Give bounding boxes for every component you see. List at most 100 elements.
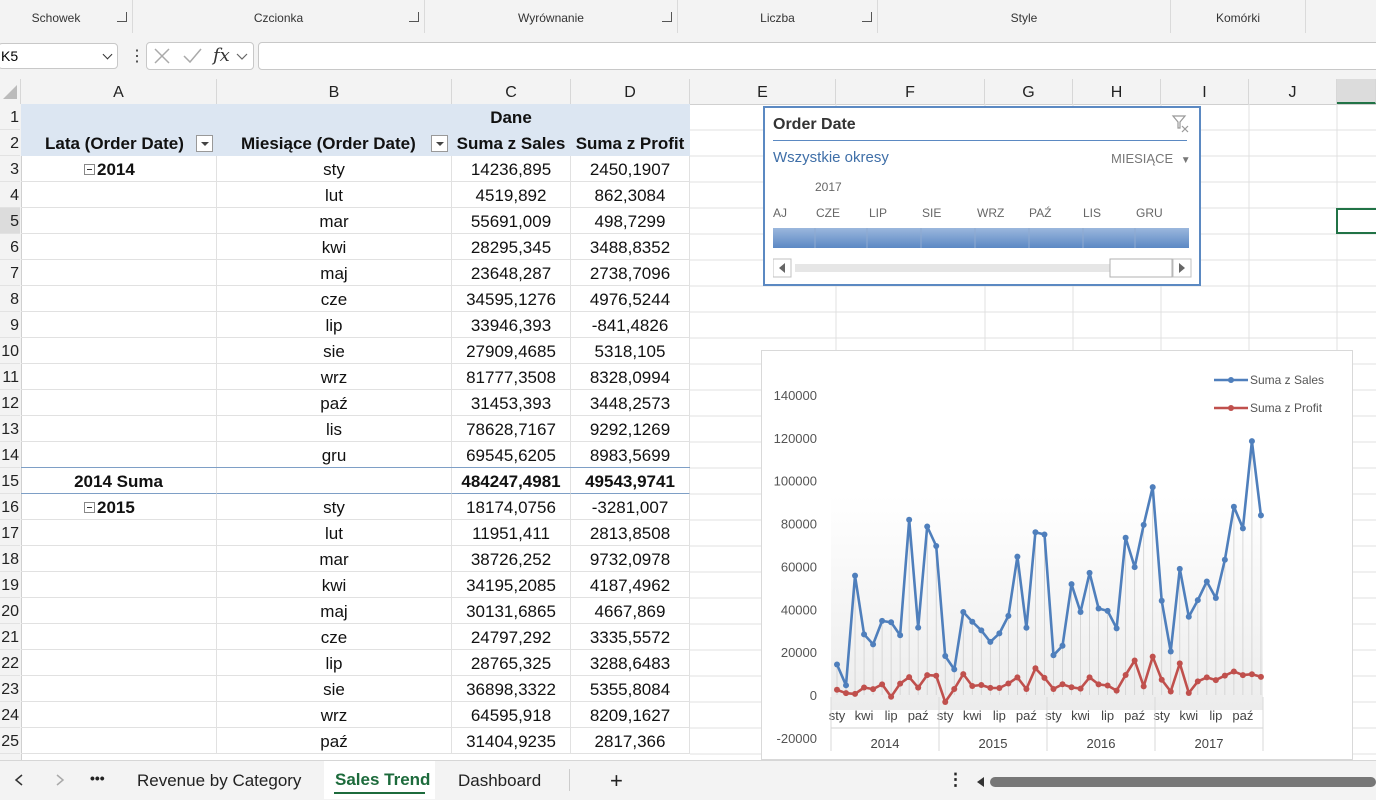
pivot-month-cell[interactable]: paź [217, 390, 452, 416]
dialog-launcher-icon[interactable] [117, 12, 127, 22]
pivot-profit-cell[interactable]: 2813,8508 [571, 520, 690, 546]
row-header[interactable]: 2 [0, 130, 20, 156]
pivot-profit-cell[interactable]: 9292,1269 [571, 416, 690, 442]
pivot-row-field-months[interactable]: Miesiące (Order Date) [217, 130, 452, 156]
pivot-month-cell[interactable]: kwi [217, 234, 452, 260]
pivot-sales-cell[interactable]: 4519,892 [452, 182, 571, 208]
column-header-e[interactable]: E [690, 79, 836, 104]
timeline-slicer[interactable]: Order Date Wszystkie okresy MIESIĄCE ▼ 2… [763, 106, 1201, 286]
row-header[interactable]: 23 [0, 676, 20, 702]
add-sheet-button[interactable]: + [610, 768, 623, 794]
pivot-sales-cell[interactable]: 31453,393 [452, 390, 571, 416]
row-header[interactable]: 19 [0, 572, 20, 598]
row-header[interactable]: 18 [0, 546, 20, 572]
name-box[interactable]: K5 [0, 43, 118, 69]
pivot-month-cell[interactable]: mar [217, 546, 452, 572]
pivot-profit-cell[interactable]: -841,4826 [571, 312, 690, 338]
pivot-month-cell[interactable]: lut [217, 520, 452, 546]
dialog-launcher-icon[interactable] [409, 12, 419, 22]
pivot-profit-cell[interactable]: 3288,6483 [571, 650, 690, 676]
row-header[interactable]: 4 [0, 182, 20, 208]
pivot-profit-cell[interactable]: 9732,0978 [571, 546, 690, 572]
pivot-sales-cell[interactable]: 28295,345 [452, 234, 571, 260]
more-options-icon[interactable]: ⋮ [947, 770, 964, 790]
pivot-profit-cell[interactable]: 8983,5699 [571, 442, 690, 468]
pivot-sales-cell[interactable]: 33946,393 [452, 312, 571, 338]
column-header-f[interactable]: F [836, 79, 985, 104]
row-header[interactable]: 11 [0, 364, 20, 390]
pivot-sales-cell[interactable]: 69545,6205 [452, 442, 571, 468]
pivot-month-cell[interactable]: lis [217, 416, 452, 442]
pivot-sales-cell[interactable]: 11951,411 [452, 520, 571, 546]
pivot-month-cell[interactable]: lip [217, 650, 452, 676]
sheet-tab-sales-trend[interactable]: Sales Trend [324, 761, 435, 799]
pivot-month-cell[interactable]: wrz [217, 702, 452, 728]
row-header[interactable]: 16 [0, 494, 20, 520]
collapse-icon[interactable] [84, 164, 95, 175]
row-header[interactable]: 3 [0, 156, 20, 182]
column-header-a[interactable]: A [21, 79, 217, 104]
pivot-profit-cell[interactable]: 8328,0994 [571, 364, 690, 390]
pivot-sales-cell[interactable]: 31404,9235 [452, 728, 571, 754]
pivot-sales-cell[interactable]: 30131,6865 [452, 598, 571, 624]
row-header[interactable]: 20 [0, 598, 20, 624]
row-header[interactable]: 8 [0, 286, 20, 312]
timeline-level-dropdown[interactable]: MIESIĄCE ▼ [1111, 151, 1191, 166]
pivot-sales-cell[interactable]: 64595,918 [452, 702, 571, 728]
pivot-month-cell[interactable]: sty [217, 494, 452, 520]
clear-filter-icon[interactable] [1171, 114, 1191, 134]
select-all-corner[interactable] [0, 79, 21, 104]
insert-function-icon[interactable]: fx [213, 45, 230, 66]
pivot-month-cell[interactable]: maj [217, 260, 452, 286]
more-sheets-button[interactable]: ••• [90, 770, 105, 786]
column-header-g[interactable]: G [985, 79, 1073, 104]
column-header-h[interactable]: H [1073, 79, 1161, 104]
collapse-icon[interactable] [84, 502, 95, 513]
pivot-profit-cell[interactable]: 5355,8084 [571, 676, 690, 702]
pivot-profit-cell[interactable]: 2450,1907 [571, 156, 690, 182]
pivot-profit-cell[interactable]: 3335,5572 [571, 624, 690, 650]
pivot-month-cell[interactable]: paź [217, 728, 452, 754]
pivot-profit-cell[interactable]: 498,7299 [571, 208, 690, 234]
pivot-sales-cell[interactable]: 24797,292 [452, 624, 571, 650]
pivot-sales-cell[interactable]: 34595,1276 [452, 286, 571, 312]
pivot-profit-cell[interactable]: 4187,4962 [571, 572, 690, 598]
pivot-sales-cell[interactable]: 27909,4685 [452, 338, 571, 364]
row-header[interactable]: 21 [0, 624, 20, 650]
pivot-profit-cell[interactable]: 8209,1627 [571, 702, 690, 728]
row-header[interactable]: 10 [0, 338, 20, 364]
pivot-year-2014[interactable]: 2014 [21, 156, 217, 182]
column-header-j[interactable]: J [1249, 79, 1337, 104]
row-header[interactable]: 1 [0, 104, 20, 130]
pivot-sales-cell[interactable]: 55691,009 [452, 208, 571, 234]
pivot-month-cell[interactable]: sie [217, 338, 452, 364]
pivot-sales-cell[interactable]: 23648,287 [452, 260, 571, 286]
pivot-subtotal-label[interactable]: 2014 Suma [21, 468, 217, 494]
chevron-down-icon[interactable]: ▼ [1181, 155, 1191, 166]
horizontal-scrollbar[interactable] [974, 774, 1376, 790]
formula-input[interactable] [258, 42, 1376, 70]
pivot-sales-cell[interactable]: 36898,3322 [452, 676, 571, 702]
pivot-sales-cell[interactable]: 28765,325 [452, 650, 571, 676]
confirm-icon[interactable] [183, 48, 202, 64]
prev-sheet-icon[interactable] [12, 773, 26, 787]
pivot-sales-cell[interactable]: 34195,2085 [452, 572, 571, 598]
filter-dropdown-icon[interactable] [196, 135, 213, 152]
pivot-sales-cell[interactable]: 18174,0756 [452, 494, 571, 520]
row-header[interactable]: 15 [0, 468, 20, 494]
active-cell-k5[interactable] [1336, 208, 1376, 234]
dialog-launcher-icon[interactable] [662, 12, 672, 22]
filter-dropdown-icon[interactable] [431, 135, 448, 152]
row-header[interactable]: 9 [0, 312, 20, 338]
pivot-year-2015[interactable]: 2015 [21, 494, 217, 520]
row-header[interactable]: 24 [0, 702, 20, 728]
column-header-i[interactable]: I [1161, 79, 1249, 104]
timeline-bar[interactable] [773, 228, 1191, 250]
sheet-tab-revenue-by-category[interactable]: Revenue by Category [137, 771, 301, 791]
pivot-profit-cell[interactable]: 4667,869 [571, 598, 690, 624]
pivot-sales-cell[interactable]: 14236,895 [452, 156, 571, 182]
pivot-profit-cell[interactable]: 4976,5244 [571, 286, 690, 312]
row-header[interactable]: 22 [0, 650, 20, 676]
timeline-scrollbar[interactable] [773, 258, 1193, 278]
pivot-month-cell[interactable]: lut [217, 182, 452, 208]
